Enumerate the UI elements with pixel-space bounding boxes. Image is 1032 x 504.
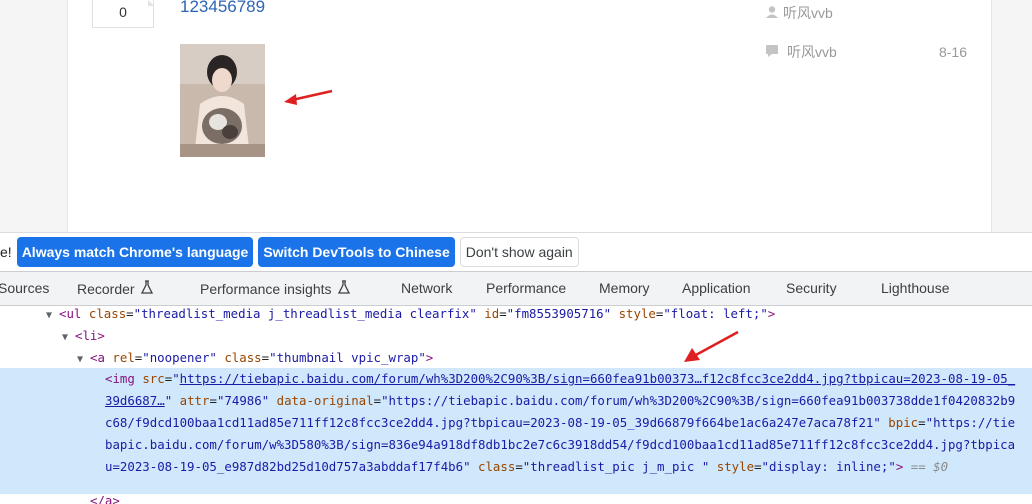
- thread-author: 听风vvb: [765, 3, 833, 23]
- tab-memory[interactable]: Memory: [599, 280, 650, 296]
- selected-node-marker: == $0: [910, 459, 949, 474]
- expand-triangle-icon[interactable]: ▼: [62, 327, 75, 349]
- tab-security[interactable]: Security: [786, 280, 837, 296]
- tab-sources[interactable]: Sources: [0, 280, 49, 296]
- last-reply-info: 听风vvb 8-16: [765, 42, 967, 62]
- forum-page: 0 123456789 听风vvb 听风vvb 8-16: [0, 0, 1032, 232]
- dom-node-li[interactable]: ▼ <li>: [62, 325, 105, 347]
- tab-performance[interactable]: Performance: [486, 280, 566, 296]
- thread-thumbnail-image[interactable]: [180, 44, 265, 157]
- last-reply-user-link[interactable]: 听风vvb: [787, 42, 837, 62]
- last-reply-date: 8-16: [938, 44, 967, 60]
- dont-show-again-button[interactable]: Don't show again: [459, 236, 579, 267]
- dom-node-a-close[interactable]: </a>: [90, 490, 120, 504]
- switch-devtools-chinese-button[interactable]: Switch DevTools to Chinese: [258, 236, 455, 267]
- thread-title-link[interactable]: 123456789: [180, 0, 265, 17]
- user-icon: [765, 5, 779, 22]
- flask-icon: [337, 280, 350, 297]
- dom-node-img-selected[interactable]: <img src="https://tiebapic.baidu.com/for…: [105, 368, 1017, 478]
- tab-network[interactable]: Network: [401, 280, 452, 296]
- expand-triangle-icon[interactable]: ▼: [46, 305, 59, 327]
- expand-triangle-icon[interactable]: ▼: [77, 349, 90, 371]
- red-annotation-arrow-img-node: [684, 330, 739, 362]
- flask-icon: [140, 280, 153, 297]
- elements-tree: ▼ <ul class="threadlist_media j_threadlis…: [0, 306, 1032, 504]
- tab-lighthouse[interactable]: Lighthouse: [881, 280, 950, 296]
- devtools-language-infobar: e! Always match Chrome's language Switch…: [0, 232, 1032, 270]
- author-name-link[interactable]: 听风vvb: [783, 3, 833, 23]
- infobar-text: e!: [0, 243, 12, 260]
- dom-node-a[interactable]: ▼ <a rel="noopener" class="thumbnail vpic…: [77, 347, 433, 369]
- devtools-tabbar: Sources Recorder Performance insights Ne…: [0, 271, 1032, 306]
- reply-count-badge: 0: [92, 0, 154, 28]
- red-annotation-arrow-thumbnail: [284, 89, 333, 105]
- tab-performance-insights[interactable]: Performance insights: [200, 280, 350, 297]
- tab-application[interactable]: Application: [682, 280, 751, 296]
- thumbnail-photo: [180, 44, 265, 157]
- always-match-language-button[interactable]: Always match Chrome's language: [16, 236, 254, 267]
- comment-icon: [765, 44, 779, 61]
- dom-node-ul[interactable]: ▼ <ul class="threadlist_media j_threadlis…: [46, 303, 775, 325]
- tab-recorder[interactable]: Recorder: [77, 280, 153, 297]
